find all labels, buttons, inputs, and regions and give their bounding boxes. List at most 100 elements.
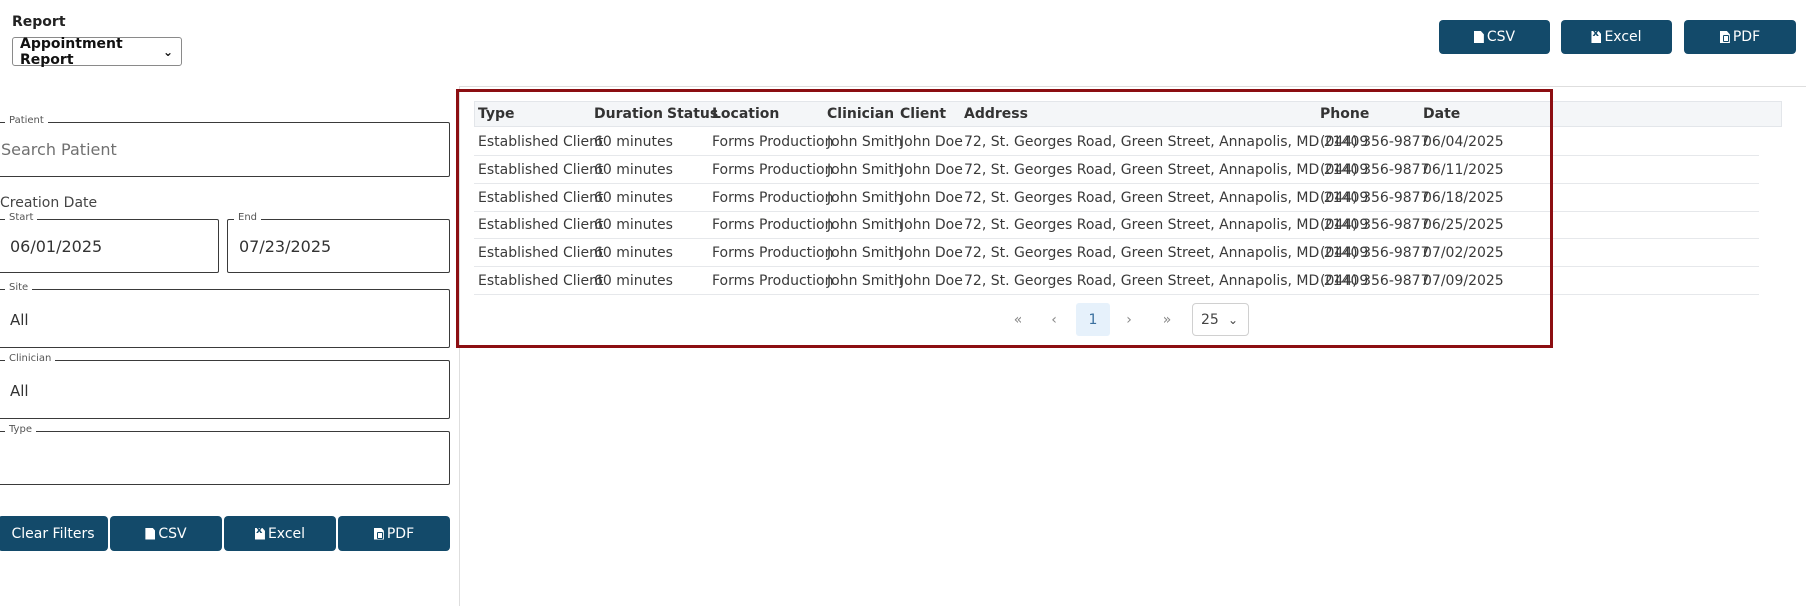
top-excel-button[interactable]: Excel: [1561, 20, 1672, 54]
cell-location: Forms Production: [712, 189, 834, 206]
cell-location: Forms Production: [712, 273, 834, 289]
col-header-client[interactable]: Client: [900, 106, 946, 122]
row-divider: [474, 238, 1759, 240]
cell-client: John Doe: [900, 161, 963, 178]
col-header-type[interactable]: Type: [478, 106, 515, 122]
end-date-value: 07/23/2025: [239, 237, 332, 256]
prev-page-icon[interactable]: ‹: [1041, 303, 1067, 336]
col-header-location[interactable]: Location: [712, 106, 779, 122]
excel-file-icon: [1591, 31, 1602, 43]
cell-location: Forms Production: [712, 161, 834, 178]
end-date-field[interactable]: End 07/23/2025: [227, 212, 450, 273]
cell-duration: 60 minutes: [594, 161, 673, 178]
col-header-status[interactable]: Status: [667, 106, 718, 122]
type-legend: Type: [5, 424, 36, 435]
cell-duration: 60 minutes: [594, 134, 673, 150]
start-date-field[interactable]: Start 06/01/2025: [0, 212, 219, 273]
cell-type: Established Client: [478, 217, 604, 234]
site-select[interactable]: Site All: [0, 282, 450, 348]
col-header-clinician[interactable]: Clinician: [827, 106, 894, 122]
end-legend: End: [234, 212, 262, 223]
clinician-legend: Clinician: [5, 353, 56, 364]
row-divider: [474, 210, 1759, 212]
cell-type: Established Client: [478, 134, 604, 150]
start-date-value: 06/01/2025: [10, 237, 103, 256]
col-header-address[interactable]: Address: [964, 106, 1028, 122]
pdf-label: PDF: [386, 525, 415, 542]
cell-client: John Doe: [900, 134, 963, 150]
clear-filters-button[interactable]: Clear Filters: [0, 516, 108, 551]
cell-phone: (044) 356-9877: [1320, 245, 1430, 262]
col-header-duration[interactable]: Duration: [594, 106, 663, 122]
cell-client: John Doe: [900, 245, 963, 262]
cell-type: Established Client: [478, 273, 604, 289]
cell-client: John Doe: [900, 189, 963, 206]
top-pdf-label: PDF: [1732, 29, 1761, 45]
excel-file-icon: [254, 527, 265, 540]
pdf-file-icon: [1719, 31, 1730, 43]
cell-type: Established Client: [478, 161, 604, 178]
report-select[interactable]: Appointment Report ⌄: [12, 35, 182, 68]
patient-legend: Patient: [5, 115, 48, 126]
col-header-date[interactable]: Date: [1423, 106, 1460, 122]
chevron-down-icon: ⌄: [1227, 312, 1238, 327]
csv-button[interactable]: CSV: [110, 516, 222, 551]
cell-type: Established Client: [478, 189, 604, 206]
cell-date: 06/04/2025: [1423, 134, 1504, 150]
patient-placeholder: Search Patient: [1, 140, 117, 159]
csv-label: CSV: [158, 525, 187, 542]
patient-field[interactable]: Patient Search Patient: [0, 115, 450, 177]
clinician-value: All: [10, 382, 29, 400]
cell-clinician: John Smith: [827, 161, 903, 178]
cell-date: 06/11/2025: [1423, 161, 1504, 178]
cell-location: Forms Production: [712, 245, 834, 262]
cell-location: Forms Production: [712, 134, 834, 150]
clear-filters-label: Clear Filters: [11, 525, 95, 542]
excel-button[interactable]: Excel: [224, 516, 336, 551]
cell-type: Established Client: [478, 245, 604, 262]
cell-clinician: John Smith: [827, 217, 903, 234]
cell-clinician: John Smith: [827, 273, 903, 289]
cell-date: 07/09/2025: [1423, 273, 1504, 289]
report-select-value: Appointment Report: [20, 35, 123, 68]
pdf-button[interactable]: PDF: [338, 516, 450, 551]
cell-clinician: John Smith: [827, 134, 903, 150]
clinician-select[interactable]: Clinician All: [0, 353, 450, 419]
cell-address: 72, St. Georges Road, Green Street, Anna…: [964, 245, 1369, 262]
row-divider: [474, 266, 1759, 268]
cell-date: 06/25/2025: [1423, 217, 1504, 234]
type-select[interactable]: Type: [0, 424, 450, 485]
cell-duration: 60 minutes: [594, 245, 673, 262]
cell-address: 72, St. Georges Road, Green Street, Anna…: [964, 189, 1369, 206]
pdf-file-icon: [373, 527, 384, 540]
cell-location: Forms Production: [712, 217, 834, 234]
cell-address: 72, St. Georges Road, Green Street, Anna…: [964, 134, 1369, 150]
top-csv-label: CSV: [1486, 29, 1516, 45]
top-csv-button[interactable]: CSV: [1439, 20, 1550, 54]
last-page-icon[interactable]: »: [1152, 303, 1182, 336]
cell-phone: (044) 356-9877: [1320, 161, 1430, 178]
first-page-icon[interactable]: «: [1003, 303, 1033, 336]
cell-address: 72, St. Georges Road, Green Street, Anna…: [964, 217, 1369, 234]
site-legend: Site: [5, 282, 33, 293]
col-header-phone[interactable]: Phone: [1320, 106, 1369, 122]
next-page-icon[interactable]: ›: [1116, 303, 1142, 336]
cell-phone: (044) 356-9877: [1320, 217, 1430, 234]
report-label: Report: [12, 14, 66, 30]
cell-address: 72, St. Georges Road, Green Street, Anna…: [964, 161, 1369, 178]
top-pdf-button[interactable]: PDF: [1684, 20, 1796, 54]
current-page-button[interactable]: 1: [1076, 303, 1110, 336]
cell-duration: 60 minutes: [594, 273, 673, 289]
page-size-value: 25: [1201, 311, 1219, 328]
excel-label: Excel: [267, 525, 306, 542]
cell-clinician: John Smith: [827, 189, 903, 206]
page-size-select[interactable]: 25 ⌄: [1192, 303, 1249, 336]
cell-duration: 60 minutes: [594, 189, 673, 206]
top-excel-label: Excel: [1604, 29, 1642, 45]
row-divider: [474, 182, 1759, 184]
creation-date-label: Creation Date: [0, 195, 98, 211]
cell-client: John Doe: [900, 273, 963, 289]
cell-phone: (044) 356-9877: [1320, 273, 1430, 289]
row-divider: [474, 294, 1759, 295]
cell-date: 07/02/2025: [1423, 245, 1504, 262]
